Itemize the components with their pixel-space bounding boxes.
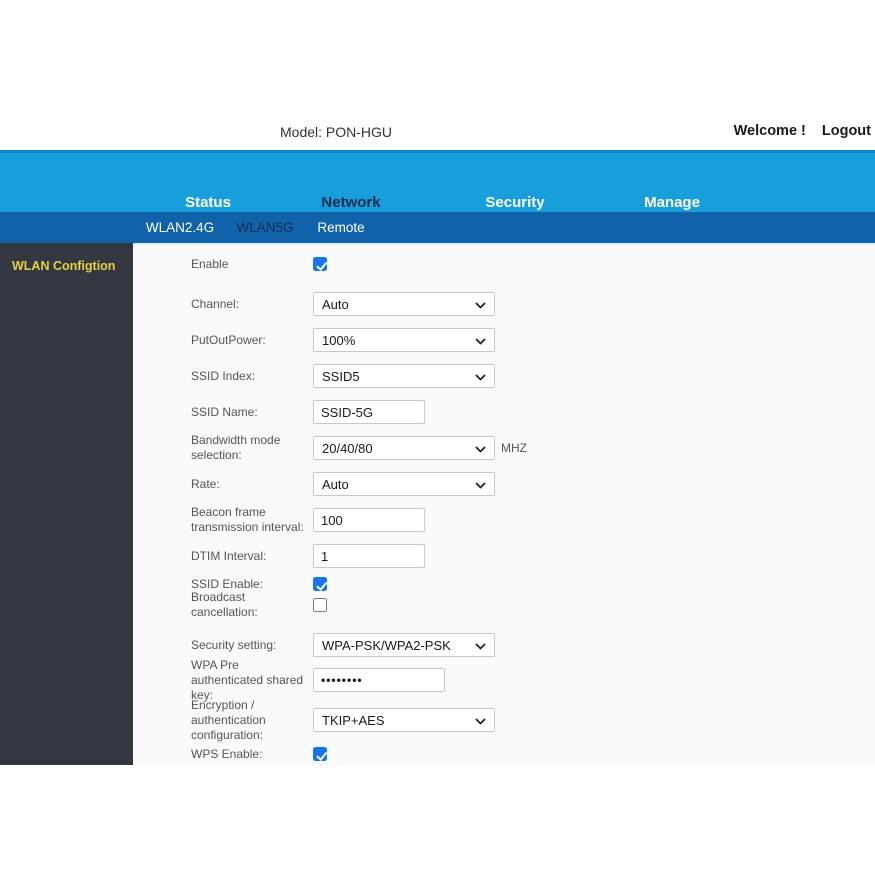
nav-item-network[interactable]: Network [321,194,380,211]
welcome-text: Welcome ! [733,123,806,139]
chevron-down-icon [475,302,486,309]
top-header: Model: PON-HGU Welcome ! Logout [0,0,875,150]
nav-item-status[interactable]: Status [185,194,231,211]
input-value: 1 [321,548,329,564]
field-label: Broadcast cancellation: [191,590,258,619]
form-row-enable: Enable [191,257,327,271]
nav-item-security[interactable]: Security [485,194,544,211]
form-row-dtim-interval: DTIM Interval: 1 [191,544,425,568]
subnav-item-remote[interactable]: Remote [317,220,364,235]
subnav-item-wlan5g[interactable]: WLAN5G [236,220,293,235]
sub-nav: WLAN2.4G WLAN5G Remote [0,212,875,243]
ssid-index-select[interactable]: SSID5 [313,364,495,388]
field-label: SSID Name: [191,404,258,419]
field-label: WPA Pre authenticated shared key: [191,657,304,702]
field-label: Rate: [191,476,220,491]
broadcast-cancellation-checkbox[interactable] [313,598,327,612]
select-value: Auto [322,476,349,492]
form-row-encryption: Encryption / authentication configuratio… [191,698,495,742]
select-value: TKIP+AES [322,712,385,728]
form-row-channel: Channel: Auto [191,292,495,316]
form-row-ssid-name: SSID Name: SSID-5G [191,400,425,424]
form-row-beacon-interval: Beacon frame transmission interval: 100 [191,505,425,534]
input-value: •••••••• [321,673,363,687]
encryption-select[interactable]: TKIP+AES [313,708,495,732]
model-label: Model: PON-HGU [280,124,393,140]
putoutpower-select[interactable]: 100% [313,328,495,352]
select-value: 100% [322,332,356,348]
field-label: SSID Index: [191,368,256,383]
divider [133,243,875,245]
wlan-settings-panel: Enable Channel: Auto PutOutPower: 100% S… [133,243,875,765]
chevron-down-icon [475,338,486,345]
nav-item-manage[interactable]: Manage [644,194,700,211]
mhz-unit-label: MHZ [501,441,527,455]
field-label: WPS Enable: [191,746,263,761]
form-row-wpa-key: WPA Pre authenticated shared key: ••••••… [191,658,445,702]
field-label: Bandwidth mode selection: [191,433,281,462]
input-value: 100 [321,512,343,528]
bandwidth-select[interactable]: 20/40/80 [313,436,495,460]
ssid-enable-checkbox[interactable] [313,577,327,591]
wpa-shared-key-input[interactable]: •••••••• [313,668,445,692]
select-value: WPA-PSK/WPA2-PSK [322,637,451,653]
ssid-name-input[interactable]: SSID-5G [313,400,425,424]
form-row-broadcast-cancellation: Broadcast cancellation: [191,590,327,619]
rate-select[interactable]: Auto [313,472,495,496]
input-value: SSID-5G [321,404,374,420]
field-label: Channel: [191,296,240,311]
main-nav: Status Network Security Manage [0,150,875,212]
form-row-bandwidth: Bandwidth mode selection: 20/40/80 MHZ [191,433,527,462]
wps-enable-checkbox[interactable] [313,747,327,761]
field-label: Enable [191,256,229,271]
channel-select[interactable]: Auto [313,292,495,316]
security-setting-select[interactable]: WPA-PSK/WPA2-PSK [313,633,495,657]
select-value: Auto [322,296,349,312]
field-label: Beacon frame transmission interval: [191,505,304,534]
subnav-item-wlan24g[interactable]: WLAN2.4G [146,220,214,235]
select-value: SSID5 [322,368,360,384]
beacon-interval-input[interactable]: 100 [313,508,425,532]
form-row-ssid-enable: SSID Enable: [191,577,327,591]
chevron-down-icon [475,482,486,489]
sidebar: WLAN Configtion [0,243,133,765]
dtim-interval-input[interactable]: 1 [313,544,425,568]
chevron-down-icon [475,643,486,650]
header-right: Welcome ! Logout [734,123,871,139]
field-label: PutOutPower: [191,332,266,347]
chevron-down-icon [475,446,486,453]
router-admin-page: Model: PON-HGU Welcome ! Logout Status Ne… [0,0,875,875]
field-label: Security setting: [191,637,277,652]
form-row-rate: Rate: Auto [191,472,495,496]
enable-checkbox[interactable] [313,257,327,271]
form-row-wps-enable: WPS Enable: [191,747,327,761]
form-row-security-setting: Security setting: WPA-PSK/WPA2-PSK [191,633,495,657]
sidebar-item-wlan-configtion[interactable]: WLAN Configtion [0,243,133,273]
field-label: Encryption / authentication configuratio… [191,697,266,742]
form-row-putoutpower: PutOutPower: 100% [191,328,495,352]
chevron-down-icon [475,374,486,381]
logout-link[interactable]: Logout [822,123,871,139]
select-value: 20/40/80 [322,440,373,456]
field-label: DTIM Interval: [191,548,267,563]
form-row-ssid-index: SSID Index: SSID5 [191,364,495,388]
chevron-down-icon [475,718,486,725]
